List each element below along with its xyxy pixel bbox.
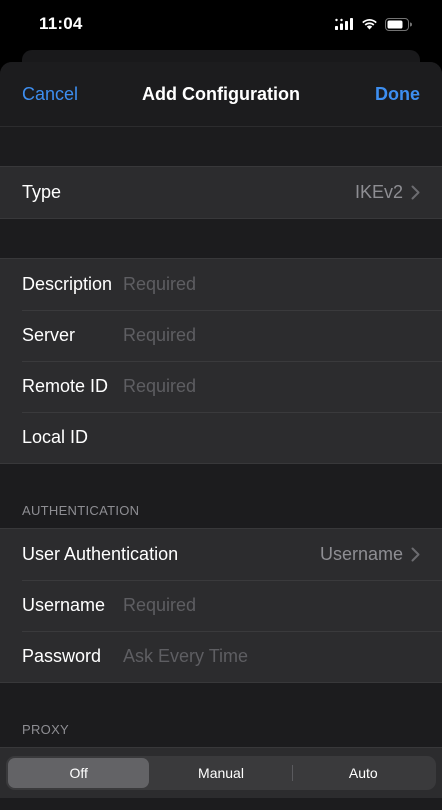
password-label: Password — [22, 646, 102, 666]
proxy-control-container: Off Manual Auto — [0, 747, 442, 798]
cancel-button[interactable]: Cancel — [22, 84, 78, 105]
chevron-right-icon — [411, 547, 420, 562]
type-group: Type IKEv2 — [0, 166, 442, 219]
chevron-right-icon — [411, 185, 420, 200]
wifi-icon — [362, 19, 377, 30]
status-time: 11:04 — [39, 14, 83, 33]
password-row: Password — [0, 631, 442, 682]
description-row: Description — [0, 259, 442, 310]
remote-id-row: Remote ID — [0, 361, 442, 412]
server-label: Server — [22, 325, 76, 345]
description-label: Description — [22, 274, 113, 294]
user-authentication-label: User Authentication — [22, 544, 179, 564]
local-id-input[interactable] — [123, 427, 420, 448]
proxy-header: PROXY — [0, 683, 442, 747]
connection-group: Description Server Remote ID Local ID — [0, 258, 442, 464]
user-authentication-value-text: Username — [319, 544, 403, 564]
user-authentication-value: Username — [320, 544, 420, 565]
type-value-text: IKEv2 — [354, 182, 403, 202]
authentication-group: User Authentication Username Username Pa… — [0, 528, 442, 683]
proxy-segmented-control: Off Manual Auto — [6, 756, 436, 790]
add-configuration-sheet: Cancel Add Configuration Done Type IKEv2… — [0, 62, 442, 810]
remote-id-input[interactable] — [123, 376, 420, 397]
local-id-row: Local ID — [0, 412, 442, 463]
local-id-label: Local ID — [22, 427, 89, 447]
type-value: IKEv2 — [355, 182, 420, 203]
navigation-bar: Cancel Add Configuration Done — [0, 62, 442, 127]
server-row: Server — [0, 310, 442, 361]
server-input[interactable] — [123, 325, 420, 346]
username-row: Username — [0, 580, 442, 631]
description-input[interactable] — [123, 274, 420, 295]
section-gap — [0, 219, 442, 258]
battery-icon — [385, 17, 412, 31]
proxy-option-manual[interactable]: Manual — [150, 758, 291, 788]
proxy-option-off[interactable]: Off — [8, 758, 150, 788]
status-icons — [335, 17, 412, 31]
cellular-signal-icon — [335, 18, 353, 30]
username-input[interactable] — [123, 595, 420, 616]
status-bar: 11:04 — [0, 0, 442, 52]
authentication-header: AUTHENTICATION — [0, 464, 442, 528]
section-gap — [0, 127, 442, 166]
proxy-option-auto[interactable]: Auto — [293, 758, 434, 788]
username-label: Username — [22, 595, 106, 615]
type-label: Type — [22, 182, 62, 202]
password-input[interactable] — [123, 646, 420, 667]
done-button[interactable]: Done — [375, 84, 420, 105]
user-authentication-row[interactable]: User Authentication Username — [0, 529, 442, 580]
remote-id-label: Remote ID — [22, 376, 109, 396]
type-row[interactable]: Type IKEv2 — [0, 167, 442, 218]
